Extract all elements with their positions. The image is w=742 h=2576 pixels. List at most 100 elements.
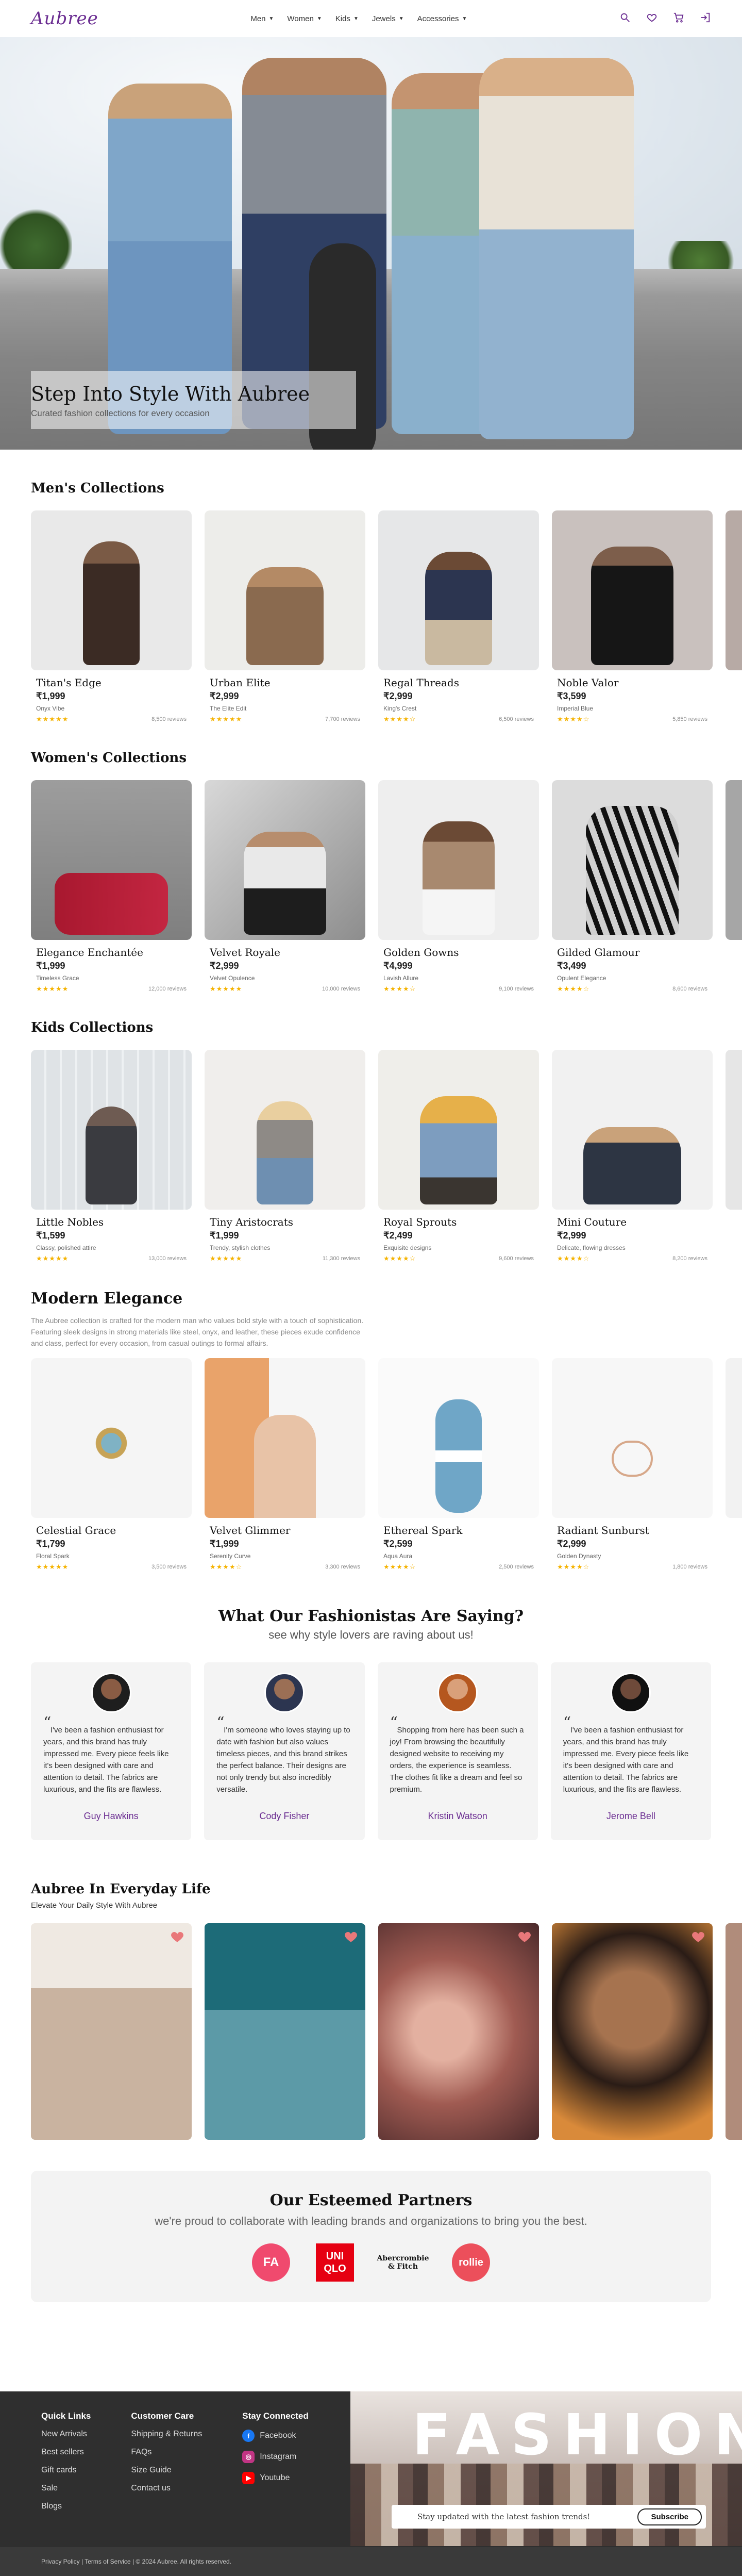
product-brand: Timeless Grace [36, 975, 79, 982]
menu-jewels[interactable]: Jewels ▼ [372, 14, 404, 23]
menu-accessories[interactable]: Accessories ▼ [417, 14, 467, 23]
next-card-peek [726, 1358, 742, 1571]
login-icon[interactable] [700, 12, 711, 26]
product-card[interactable]: Titan's Edge ₹1,999 Onyx Vibe ★★★★★ 8,500… [31, 510, 192, 723]
product-card[interactable]: Gilded Glamour ₹3,499 Opulent Elegance ★… [552, 780, 713, 993]
product-figure [246, 567, 324, 665]
star-rating: ★★★★☆ [383, 1563, 416, 1571]
product-figure [586, 806, 679, 935]
product-card[interactable]: Golden Gowns ₹4,999 Lavish Allure ★★★★☆ 9… [378, 780, 539, 993]
product-figure [612, 1441, 653, 1477]
section-subtitle: Elevate Your Daily Style With Aubree [31, 1901, 158, 1910]
chevron-down-icon: ▼ [398, 15, 404, 22]
lifestyle-photo[interactable] [31, 1923, 192, 2140]
product-card[interactable]: Velvet Glimmer ₹1,999 Serenity Curve ★★★… [205, 1358, 365, 1571]
review-count: 6,500 reviews [499, 716, 534, 722]
testimonial-author: Jerome Bell [606, 1811, 655, 1821]
footer-link[interactable]: Sale [41, 2484, 91, 2493]
product-card[interactable]: Radiant Sunburst ₹2,999 Golden Dynasty ★… [552, 1358, 713, 1571]
product-brand: Lavish Allure [383, 975, 419, 982]
section-description: The Aubree collection is crafted for the… [31, 1316, 364, 1347]
subscribe-button[interactable]: Subscribe [637, 2508, 702, 2525]
star-rating: ★★★★★ [36, 985, 69, 993]
product-card[interactable]: Regal Threads ₹2,999 King's Crest ★★★★☆ 6… [378, 510, 539, 723]
youtube-icon: ▶ [242, 2472, 255, 2484]
footer-link[interactable]: Size Guide [131, 2466, 202, 2475]
product-rating: ★★★★☆ 1,800 reviews [557, 1563, 707, 1571]
product-meta: Golden Dynasty [557, 1553, 707, 1560]
heart-icon[interactable] [170, 1929, 184, 1944]
product-card[interactable]: Tiny Aristocrats ₹1,999 Trendy, stylish … [205, 1050, 365, 1263]
product-card[interactable]: Elegance Enchantée ₹1,999 Timeless Grace… [31, 780, 192, 993]
lifestyle-photo[interactable] [378, 1923, 539, 2140]
footer-link[interactable]: FAQs [131, 2448, 202, 2457]
testimonial-author: Guy Hawkins [83, 1811, 139, 1821]
star-rating: ★★★★★ [36, 1563, 69, 1571]
product-price: ₹3,499 [557, 961, 586, 971]
testimonial-text: I'm someone who loves staying up to date… [216, 1726, 350, 1794]
product-image [205, 1358, 365, 1518]
product-price: ₹3,599 [557, 691, 586, 701]
cart-icon[interactable] [673, 12, 684, 26]
product-brand: Delicate, flowing dresses [557, 1244, 626, 1251]
star-rating: ★★★★☆ [557, 1563, 590, 1571]
footer-link[interactable]: Gift cards [41, 2466, 91, 2475]
main-menu: Men ▼ Women ▼ Kids ▼ Jewels ▼ Accessories ▼ [250, 14, 467, 23]
product-name: Radiant Sunburst [557, 1524, 649, 1537]
menu-accessories-label: Accessories [417, 14, 459, 23]
heart-icon[interactable] [517, 1929, 532, 1944]
social-youtube[interactable]: ▶ Youtube [242, 2472, 308, 2484]
section-title: Aubree In Everyday Life [31, 1881, 211, 1897]
partner-logo-rollie[interactable]: rollie [452, 2243, 490, 2282]
chevron-down-icon: ▼ [462, 15, 467, 22]
hero-title: Step Into Style With Aubree [31, 383, 310, 405]
product-name: Urban Elite [210, 676, 271, 689]
product-card[interactable]: Urban Elite ₹2,999 The Elite Edit ★★★★★ 7… [205, 510, 365, 723]
product-rating: ★★★★★ 3,500 reviews [36, 1563, 187, 1571]
product-meta: Velvet Opulence [210, 975, 360, 982]
menu-women[interactable]: Women ▼ [287, 14, 322, 23]
footer-link[interactable]: New Arrivals [41, 2430, 91, 2439]
product-name: Celestial Grace [36, 1524, 116, 1537]
menu-men[interactable]: Men ▼ [250, 14, 274, 23]
product-image [205, 510, 365, 670]
social-label: Instagram [260, 2452, 297, 2461]
brand-logo[interactable]: Aubree [31, 8, 98, 29]
heart-icon[interactable] [646, 12, 657, 26]
star-rating: ★★★★★ [210, 1254, 243, 1262]
product-price: ₹1,599 [36, 1230, 65, 1241]
footer-link[interactable]: Shipping & Returns [131, 2430, 202, 2439]
product-card[interactable]: Little Nobles ₹1,599 Classy, polished at… [31, 1050, 192, 1263]
partner-logo-abercrombie[interactable]: Abercrombie & Fitch [377, 2243, 429, 2282]
section-title: Modern Elegance [31, 1290, 183, 1308]
product-card[interactable]: Ethereal Spark ₹2,599 Aqua Aura ★★★★☆ 2,5… [378, 1358, 539, 1571]
product-card[interactable]: Celestial Grace ₹1,799 Floral Spark ★★★★… [31, 1358, 192, 1571]
product-card[interactable]: Mini Couture ₹2,999 Delicate, flowing dr… [552, 1050, 713, 1263]
testimonials-title: What Our Fashionistas Are Saying? [218, 1607, 524, 1625]
product-card[interactable]: Velvet Royale ₹2,999 Velvet Opulence ★★★… [205, 780, 365, 993]
social-facebook[interactable]: f Facebook [242, 2430, 308, 2442]
search-icon[interactable] [619, 12, 631, 26]
product-rating: ★★★★★ 10,000 reviews [210, 985, 360, 993]
subscribe-bar: Stay updated with the latest fashion tre… [392, 2505, 706, 2529]
product-price: ₹1,999 [36, 691, 65, 701]
footer-link[interactable]: Best sellers [41, 2448, 91, 2457]
everyday-life: Aubree In Everyday Life Elevate Your Dai… [0, 1881, 742, 2140]
lifestyle-photo[interactable] [205, 1923, 365, 2140]
product-price: ₹2,499 [383, 1230, 413, 1241]
heart-icon[interactable] [691, 1929, 705, 1944]
kids-cards: Little Nobles ₹1,599 Classy, polished at… [31, 1050, 742, 1263]
product-card[interactable]: Royal Sprouts ₹2,499 Exquisite designs ★… [378, 1050, 539, 1263]
menu-kids[interactable]: Kids ▼ [335, 14, 359, 23]
heart-icon[interactable] [344, 1929, 358, 1944]
social-instagram[interactable]: ◎ Instagram [242, 2451, 308, 2463]
product-image [552, 780, 713, 940]
footer-link[interactable]: Contact us [131, 2484, 202, 2493]
product-image [31, 1358, 192, 1518]
partner-logo-fa[interactable]: FA [252, 2243, 290, 2282]
footer-link[interactable]: Blogs [41, 2502, 91, 2511]
product-card[interactable]: Noble Valor ₹3,599 Imperial Blue ★★★★☆ 5,… [552, 510, 713, 723]
lifestyle-photo[interactable] [552, 1923, 713, 2140]
product-price: ₹2,999 [557, 1539, 586, 1549]
partner-logo-uniqlo[interactable]: UNI QLO [316, 2243, 354, 2282]
